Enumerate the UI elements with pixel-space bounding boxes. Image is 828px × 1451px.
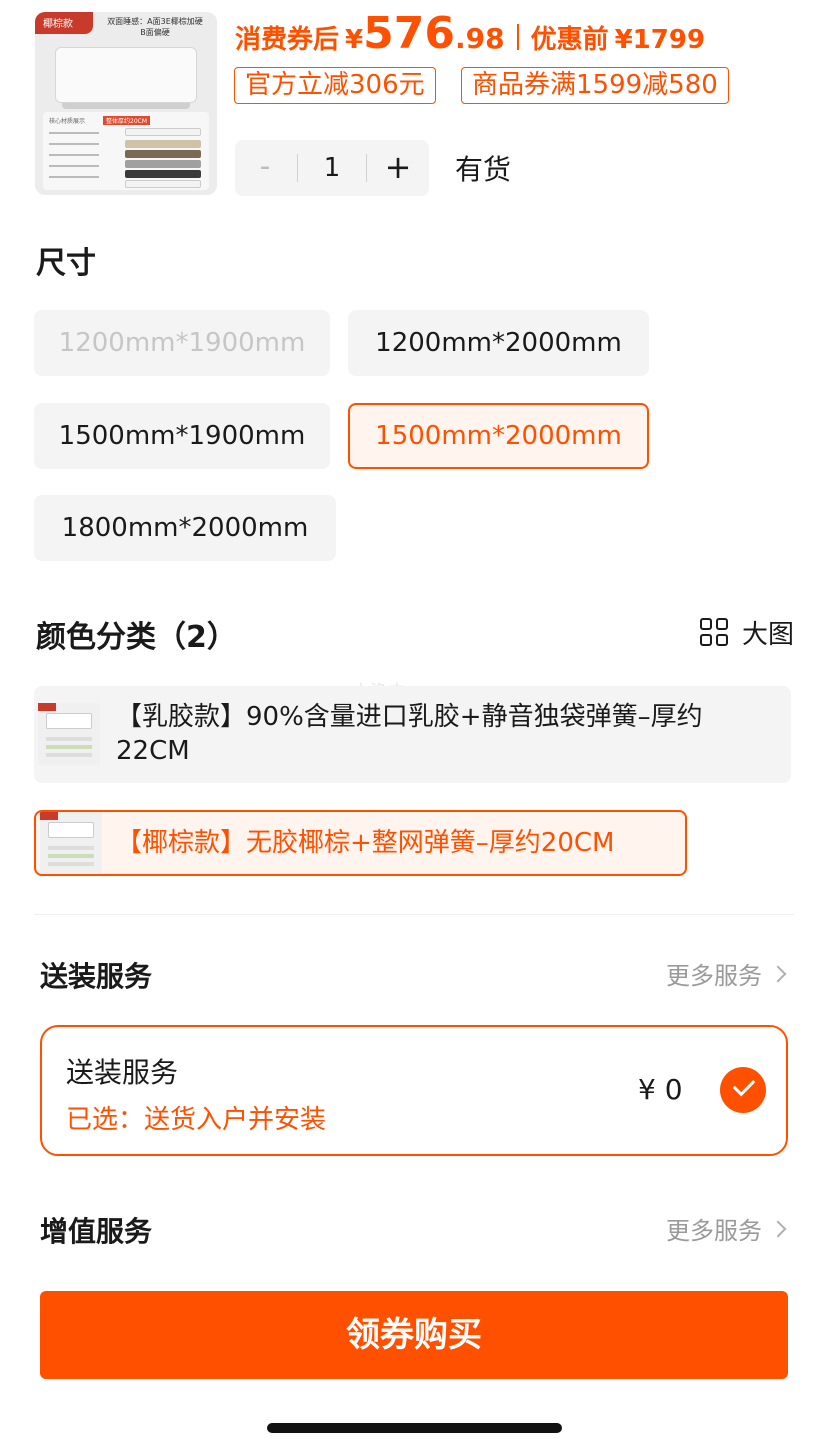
grid-icon (699, 617, 730, 648)
size-option-1200x2000[interactable]: 1200mm*2000mm (348, 310, 649, 376)
layer-diagram: 核心材质展示 整体厚约20CM (43, 112, 209, 190)
big-view-label: 大图 (741, 620, 794, 650)
color-option-thumbnail (40, 812, 102, 874)
delivery-service-card[interactable]: 送装服务 已选：送货入户并安装 ¥ 0 (40, 1025, 788, 1156)
quantity-stepper: - 1 + (235, 140, 429, 196)
big-view-button[interactable]: 大图 (699, 614, 794, 651)
value-added-more-link[interactable]: 更多服务 (666, 1211, 787, 1246)
thumb-tag-label: 椰棕款 (43, 19, 73, 30)
service-card-selected: 已选：送货入户并安装 (66, 1105, 327, 1135)
size-option-1500x2000[interactable]: 1500mm*2000mm (348, 403, 649, 469)
size-option-1800x2000[interactable]: 1800mm*2000mm (34, 495, 336, 561)
color-option-label: 【椰棕款】无胶椰棕+整网弹簧–厚约20CM (116, 828, 615, 858)
divider (34, 914, 794, 915)
thumb-badge: 整体厚约20CM (103, 116, 151, 125)
color-option-coir[interactable]: 【椰棕款】无胶椰棕+整网弹簧–厚约20CM (34, 810, 687, 876)
product-thumbnail[interactable]: 椰棕款 双面睡感：A面3E椰棕加硬 B面偏硬 核心材质展示 整体厚约20CM (35, 12, 217, 195)
service-card-title: 送装服务 (66, 1056, 179, 1089)
home-indicator[interactable] (267, 1423, 562, 1433)
original-price-value: ¥1799 (614, 25, 706, 55)
delivery-more-label: 更多服务 (666, 962, 762, 990)
coupon-badge: 商品券满1599减580 (461, 67, 729, 104)
size-title: 尺寸 (36, 246, 96, 281)
stock-status: 有货 (455, 153, 512, 186)
color-option-latex[interactable]: 【乳胶款】90%含量进口乳胶+静音独袋弹簧–厚约22CM (34, 686, 791, 783)
mattress-image (55, 47, 197, 109)
decrement-button[interactable]: - (235, 140, 295, 196)
price-decimal: .98 (454, 22, 505, 55)
service-card-price: ¥ 0 (638, 1073, 683, 1106)
increment-button[interactable]: + (367, 140, 429, 196)
thumb-caption: 核心材质展示 (49, 118, 86, 125)
check-icon[interactable] (720, 1067, 766, 1113)
size-option-1500x1900[interactable]: 1500mm*1900mm (34, 403, 330, 469)
value-added-more-label: 更多服务 (666, 1217, 762, 1245)
discount-badge: 官方立减306元 (234, 67, 436, 104)
quantity-value[interactable]: 1 (298, 140, 366, 196)
original-price-label: 优惠前 (530, 25, 609, 55)
size-option-1200x1900[interactable]: 1200mm*1900mm (34, 310, 330, 376)
chevron-right-icon (769, 965, 787, 982)
buy-button[interactable]: 领券购买 (40, 1291, 788, 1379)
color-title: 颜色分类（2） (36, 620, 237, 655)
value-added-service-title: 增值服务 (40, 1215, 153, 1248)
color-option-thumbnail (38, 703, 100, 765)
price-separator (516, 24, 519, 50)
chevron-right-icon (769, 1220, 787, 1237)
delivery-service-title: 送装服务 (40, 960, 153, 993)
price-integer: 576 (363, 8, 455, 59)
delivery-more-link[interactable]: 更多服务 (666, 956, 787, 991)
price-prefix: 消费券后 (235, 25, 340, 55)
price-row: 消费券后 ¥ 576 .98 优惠前 ¥1799 (235, 8, 706, 59)
thumb-header-text: 双面睡感：A面3E椰棕加硬 B面偏硬 (107, 17, 203, 37)
color-option-label: 【乳胶款】90%含量进口乳胶+静音独袋弹簧–厚约22CM (116, 702, 703, 766)
price-currency: ¥ (345, 25, 364, 55)
